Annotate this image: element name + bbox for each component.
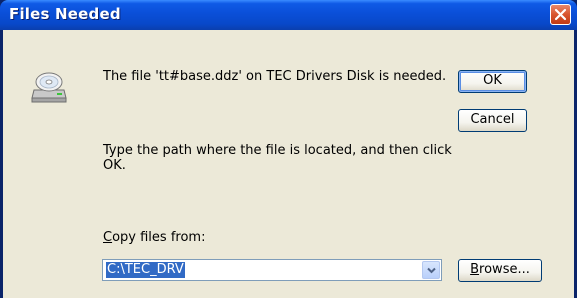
browse-button[interactable]: Browse... (458, 259, 542, 282)
copy-files-from-combo[interactable]: C:\TEC_DRV (102, 259, 442, 281)
combo-dropdown-button[interactable] (422, 261, 440, 279)
browse-accel: B (470, 262, 480, 277)
chevron-down-icon (427, 267, 436, 274)
cd-drive-icon (31, 72, 67, 103)
window-title: Files Needed (9, 5, 121, 23)
dialog-body: The file 'tt#base.ddz' on TEC Drivers Di… (3, 30, 574, 298)
files-needed-dialog: Files Needed The file 'tt#base.ddz' on T… (0, 0, 577, 298)
copy-files-from-text: opy files from: (112, 230, 206, 245)
copy-files-from-value[interactable]: C:\TEC_DRV (106, 262, 185, 278)
copy-files-from-label: Copy files from: (103, 230, 205, 245)
file-needed-message: The file 'tt#base.ddz' on TEC Drivers Di… (103, 69, 447, 84)
cancel-button[interactable]: Cancel (458, 109, 527, 132)
browse-label: rowse... (479, 262, 530, 277)
close-icon (554, 8, 567, 21)
close-button[interactable] (550, 4, 571, 25)
copy-files-from-accel: C (103, 230, 113, 245)
instruction-message: Type the path where the file is located,… (103, 143, 452, 173)
title-bar[interactable]: Files Needed (0, 0, 577, 30)
ok-button[interactable]: OK (458, 70, 527, 93)
